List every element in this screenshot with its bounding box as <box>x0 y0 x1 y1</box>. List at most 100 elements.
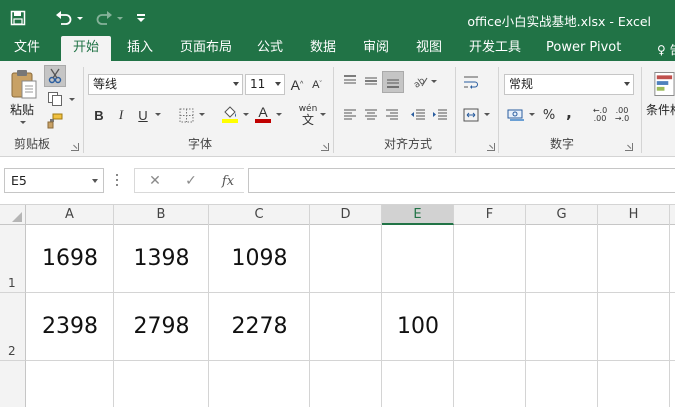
customize-qat-icon[interactable] <box>134 6 148 30</box>
cell-a2[interactable]: 2398 <box>26 312 114 342</box>
percent-style-icon[interactable]: % <box>540 105 558 125</box>
tab-developer[interactable]: 开发工具 <box>469 36 521 61</box>
wrap-text-icon[interactable] <box>460 71 482 93</box>
conditional-formatting-label[interactable]: 条件格 <box>646 101 675 118</box>
window-title: office小白实战基地.xlsx - Excel <box>467 14 651 29</box>
column-header-e[interactable]: E <box>382 205 454 225</box>
orientation-icon[interactable]: ab <box>410 71 430 91</box>
cancel-icon[interactable]: ✕ <box>147 171 163 191</box>
tab-file[interactable]: 文件 <box>14 36 40 61</box>
fill-color-dropdown-icon[interactable] <box>243 113 249 116</box>
formula-bar-splitter[interactable] <box>116 174 119 188</box>
formula-input[interactable] <box>248 168 675 193</box>
group-separator <box>455 67 456 153</box>
align-middle-icon[interactable] <box>361 71 381 91</box>
underline-dropdown-icon[interactable] <box>155 113 161 116</box>
align-right-icon[interactable] <box>382 105 402 125</box>
insert-function-icon[interactable]: fx <box>219 171 237 191</box>
cell-b1[interactable]: 1398 <box>114 244 209 274</box>
column-header-f[interactable]: F <box>454 205 526 225</box>
orientation-dropdown-icon[interactable] <box>431 80 437 83</box>
column-header-row: A B C D E F G H I <box>0 205 675 225</box>
align-left-icon[interactable] <box>340 105 360 125</box>
merge-center-icon[interactable] <box>460 105 482 125</box>
underline-icon[interactable]: U <box>134 104 152 126</box>
tab-formulas[interactable]: 公式 <box>257 36 283 61</box>
row-header-2[interactable]: 2 <box>0 293 26 361</box>
tab-review[interactable]: 审阅 <box>363 36 389 61</box>
font-size-select[interactable]: 11 <box>245 74 285 95</box>
column-header-h[interactable]: H <box>598 205 670 225</box>
accounting-format-icon[interactable] <box>505 105 527 125</box>
enter-icon[interactable]: ✓ <box>183 171 199 191</box>
decrease-indent-icon[interactable] <box>408 105 428 125</box>
undo-icon[interactable] <box>54 6 84 30</box>
accounting-dropdown-icon[interactable] <box>529 113 535 116</box>
increase-decimal-icon[interactable]: ←.0.00 <box>590 105 610 125</box>
cell-c2[interactable]: 2278 <box>209 312 310 342</box>
font-name-select[interactable]: 等线 <box>88 74 243 95</box>
paste-button-label[interactable]: 粘贴 <box>10 101 34 118</box>
font-size-value: 11 <box>250 77 266 91</box>
number-format-select[interactable]: 常规 <box>504 74 634 95</box>
column-header-a[interactable]: A <box>26 205 114 225</box>
cell-c1[interactable]: 1098 <box>209 244 310 274</box>
column-header-g[interactable]: G <box>526 205 598 225</box>
name-box[interactable]: E5 <box>4 168 104 193</box>
phonetic-guide-icon[interactable]: wén 文 <box>297 103 319 127</box>
save-icon[interactable] <box>8 6 28 30</box>
font-launcher-icon[interactable] <box>321 143 329 151</box>
merge-dropdown-icon[interactable] <box>484 113 490 116</box>
increase-indent-icon[interactable] <box>430 105 450 125</box>
cell-b2[interactable]: 2798 <box>114 312 209 342</box>
decrease-font-size-icon[interactable]: Aˇ <box>309 74 325 95</box>
font-color-icon[interactable]: A <box>253 103 273 125</box>
borders-dropdown-icon[interactable] <box>199 113 205 116</box>
font-color-dropdown-icon[interactable] <box>276 113 282 116</box>
tab-power-pivot[interactable]: Power Pivot <box>546 36 621 61</box>
cell-e2[interactable]: 100 <box>382 312 454 342</box>
increase-font-size-icon[interactable]: A ^ <box>289 74 305 95</box>
font-name-value: 等线 <box>93 77 118 91</box>
worksheet-grid[interactable]: A B C D E F G H I 1 2 1698 1398 1098 239… <box>0 205 675 407</box>
decrease-decimal-icon[interactable]: .00 →.0 <box>612 105 632 125</box>
column-header-i[interactable]: I <box>670 205 675 225</box>
cut-icon[interactable] <box>44 65 66 87</box>
borders-icon[interactable] <box>176 105 196 125</box>
paste-dropdown-icon[interactable] <box>20 121 26 124</box>
chevron-down-icon <box>275 82 281 86</box>
align-top-icon[interactable] <box>340 71 360 91</box>
conditional-formatting-icon[interactable] <box>652 69 675 99</box>
tab-insert[interactable]: 插入 <box>127 36 153 61</box>
number-launcher-icon[interactable] <box>625 143 633 151</box>
redo-icon[interactable] <box>94 6 124 30</box>
tab-data[interactable]: 数据 <box>310 36 336 61</box>
comma-style-icon[interactable]: , <box>562 103 576 123</box>
column-header-d[interactable]: D <box>310 205 382 225</box>
align-center-icon[interactable] <box>361 105 381 125</box>
italic-icon[interactable]: I <box>112 104 130 126</box>
format-painter-icon[interactable] <box>44 111 66 131</box>
cell-a1[interactable]: 1698 <box>26 244 114 274</box>
column-header-b[interactable]: B <box>114 205 209 225</box>
alignment-launcher-icon[interactable] <box>487 143 495 151</box>
clipboard-launcher-icon[interactable] <box>71 143 79 151</box>
row-header-3[interactable] <box>0 361 26 407</box>
ribbon-home: 粘贴 剪贴板 等线 11 A ^ Aˇ B I U A wén 文 字体 ab … <box>0 61 675 157</box>
tab-page-layout[interactable]: 页面布局 <box>180 36 232 61</box>
chevron-down-icon <box>624 82 630 86</box>
row-header-1[interactable]: 1 <box>0 225 26 293</box>
align-bottom-icon[interactable] <box>382 71 404 93</box>
tab-view[interactable]: 视图 <box>416 36 442 61</box>
copy-icon[interactable] <box>44 89 66 109</box>
paste-icon[interactable] <box>8 67 42 101</box>
tell-me-search[interactable]: ♀ 告 <box>657 41 675 58</box>
select-all-icon[interactable] <box>0 205 26 225</box>
copy-dropdown-icon[interactable] <box>69 98 75 101</box>
column-header-c[interactable]: C <box>209 205 310 225</box>
phonetic-dropdown-icon[interactable] <box>320 113 326 116</box>
ribbon-tabs: 文件 开始 插入 页面布局 公式 数据 审阅 视图 开发工具 Power Piv… <box>0 36 675 61</box>
bold-icon[interactable]: B <box>90 104 108 126</box>
tab-home[interactable]: 开始 <box>61 36 112 61</box>
fill-color-icon[interactable] <box>220 103 240 125</box>
